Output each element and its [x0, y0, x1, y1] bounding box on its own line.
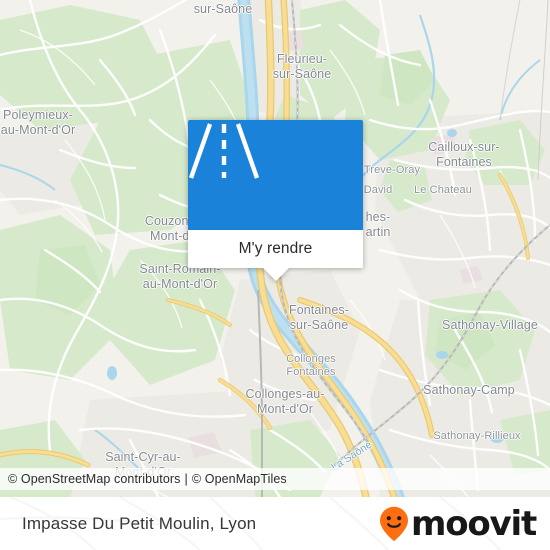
road-directions-icon	[188, 123, 260, 179]
callout-tail	[262, 268, 289, 281]
page-title: Impasse Du Petit Moulin, Lyon	[22, 513, 257, 533]
attribution-tiles[interactable]: © OpenMapTiles	[192, 472, 287, 486]
moovit-map-screen: sur-Saône Fleurieu- sur-Saône Poleymieux- …	[0, 0, 550, 550]
moovit-logo[interactable]: moovit	[379, 503, 537, 544]
callout-label: M'y rendre	[238, 240, 313, 257]
moovit-wordmark: moovit	[410, 503, 537, 544]
attribution-osm[interactable]: © OpenStreetMap contributors	[8, 472, 181, 486]
map-attribution: © OpenStreetMap contributors | © OpenMap…	[0, 468, 550, 490]
callout-icon-panel	[188, 120, 363, 230]
footer-bar: Impasse Du Petit Moulin, Lyon moovit	[0, 497, 550, 550]
moovit-pin-icon	[379, 506, 408, 541]
map-canvas[interactable]: sur-Saône Fleurieu- sur-Saône Poleymieux- …	[0, 0, 550, 497]
directions-callout[interactable]: M'y rendre	[188, 120, 363, 281]
attribution-separator: |	[184, 472, 188, 486]
callout-action-panel[interactable]: M'y rendre	[188, 230, 363, 268]
